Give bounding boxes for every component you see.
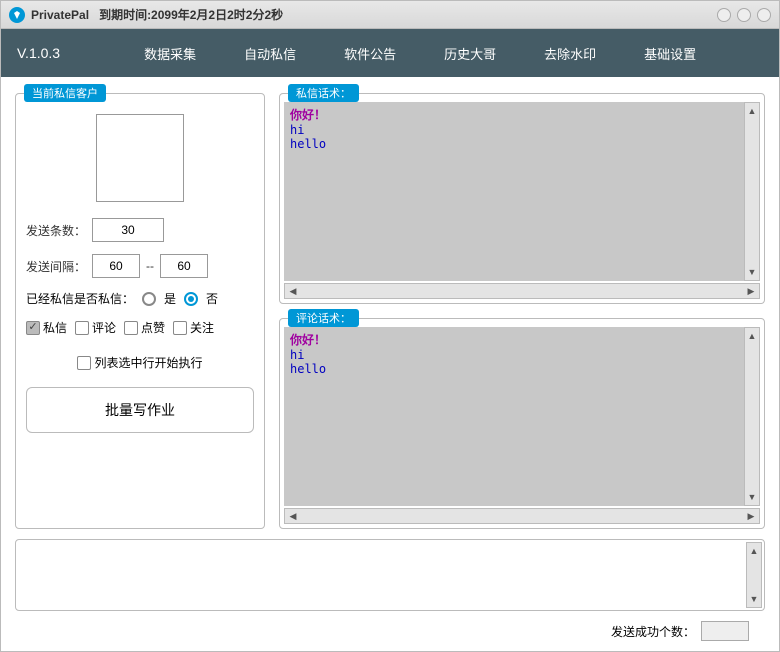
comment-vertical-scrollbar[interactable]: ▲ ▼ [744, 327, 760, 506]
menu-announcement[interactable]: 软件公告 [344, 44, 396, 63]
menu-basic-settings[interactable]: 基础设置 [644, 44, 696, 63]
dm-script-box: 私信话术： 你好！ hi hello ▲ ▼ ◀ ▶ [279, 93, 765, 304]
scroll-left-icon[interactable]: ◀ [285, 509, 301, 523]
comment-checkbox[interactable] [75, 321, 89, 335]
follow-checkbox-label: 关注 [190, 319, 214, 336]
left-panel: 当前私信客户 发送条数： 发送间隔： -- 已经私信是否私信： 是 [15, 93, 265, 529]
log-vertical-scrollbar[interactable]: ▲ ▼ [746, 542, 762, 608]
menubar: V.1.0.3 数据采集 自动私信 软件公告 历史大哥 去除水印 基础设置 [1, 29, 779, 77]
menu-remove-watermark[interactable]: 去除水印 [544, 44, 596, 63]
close-button[interactable] [757, 8, 771, 22]
menu-data-collect[interactable]: 数据采集 [144, 44, 196, 63]
already-dm-label: 已经私信是否私信： [26, 290, 134, 307]
success-count-label: 发送成功个数： [611, 623, 695, 640]
maximize-button[interactable] [737, 8, 751, 22]
scroll-down-icon[interactable]: ▼ [745, 264, 759, 280]
like-checkbox-label: 点赞 [141, 319, 165, 336]
scroll-up-icon[interactable]: ▲ [745, 103, 759, 119]
selected-row-label: 列表选中行开始执行 [94, 354, 202, 371]
menu-history[interactable]: 历史大哥 [444, 44, 496, 63]
dm-checkbox[interactable] [26, 321, 40, 335]
dm-checkbox-label: 私信 [43, 319, 67, 336]
current-client-label: 当前私信客户 [24, 84, 106, 102]
dm-script-textarea[interactable]: 你好！ hi hello [284, 102, 760, 281]
interval-sep: -- [146, 259, 154, 273]
comment-script-textarea[interactable]: 你好！ hi hello [284, 327, 760, 506]
comment-horizontal-scrollbar[interactable]: ◀ ▶ [284, 508, 760, 524]
interval-max-input[interactable] [160, 254, 208, 278]
success-count-value [701, 621, 749, 641]
scroll-up-icon[interactable]: ▲ [747, 543, 761, 559]
scroll-left-icon[interactable]: ◀ [285, 284, 301, 298]
batch-write-button[interactable]: 批量写作业 [26, 387, 254, 433]
right-panel: 私信话术： 你好！ hi hello ▲ ▼ ◀ ▶ [279, 93, 765, 529]
minimize-button[interactable] [717, 8, 731, 22]
interval-min-input[interactable] [92, 254, 140, 278]
already-yes-radio[interactable] [142, 292, 156, 306]
dm-script-label: 私信话术： [288, 84, 359, 102]
send-interval-label: 发送间隔： [26, 258, 86, 275]
content-area: 当前私信客户 发送条数： 发送间隔： -- 已经私信是否私信： 是 [1, 77, 779, 651]
selected-row-checkbox[interactable] [77, 356, 91, 370]
scroll-right-icon[interactable]: ▶ [743, 284, 759, 298]
scroll-up-icon[interactable]: ▲ [745, 328, 759, 344]
already-yes-text: 是 [164, 290, 176, 307]
scroll-down-icon[interactable]: ▼ [747, 591, 761, 607]
footer: 发送成功个数： [15, 621, 765, 641]
app-logo-icon [9, 7, 25, 23]
comment-checkbox-label: 评论 [92, 319, 116, 336]
already-no-text: 否 [206, 290, 218, 307]
dm-horizontal-scrollbar[interactable]: ◀ ▶ [284, 283, 760, 299]
scroll-down-icon[interactable]: ▼ [745, 489, 759, 505]
send-count-label: 发送条数： [26, 222, 86, 239]
log-box[interactable]: ▲ ▼ [15, 539, 765, 611]
dm-vertical-scrollbar[interactable]: ▲ ▼ [744, 102, 760, 281]
like-checkbox[interactable] [124, 321, 138, 335]
send-count-input[interactable] [92, 218, 164, 242]
app-title: PrivatePal 到期时间:2099年2月2日2时2分2秒 [31, 6, 283, 23]
version-label: V.1.0.3 [17, 45, 60, 61]
comment-script-label: 评论话术： [288, 309, 359, 327]
menu-auto-dm[interactable]: 自动私信 [244, 44, 296, 63]
scroll-right-icon[interactable]: ▶ [743, 509, 759, 523]
app-window: PrivatePal 到期时间:2099年2月2日2时2分2秒 V.1.0.3 … [0, 0, 780, 652]
already-no-radio[interactable] [184, 292, 198, 306]
follow-checkbox[interactable] [173, 321, 187, 335]
comment-script-box: 评论话术： 你好！ hi hello ▲ ▼ ◀ ▶ [279, 318, 765, 529]
avatar-box [96, 114, 184, 202]
titlebar: PrivatePal 到期时间:2099年2月2日2时2分2秒 [1, 1, 779, 29]
